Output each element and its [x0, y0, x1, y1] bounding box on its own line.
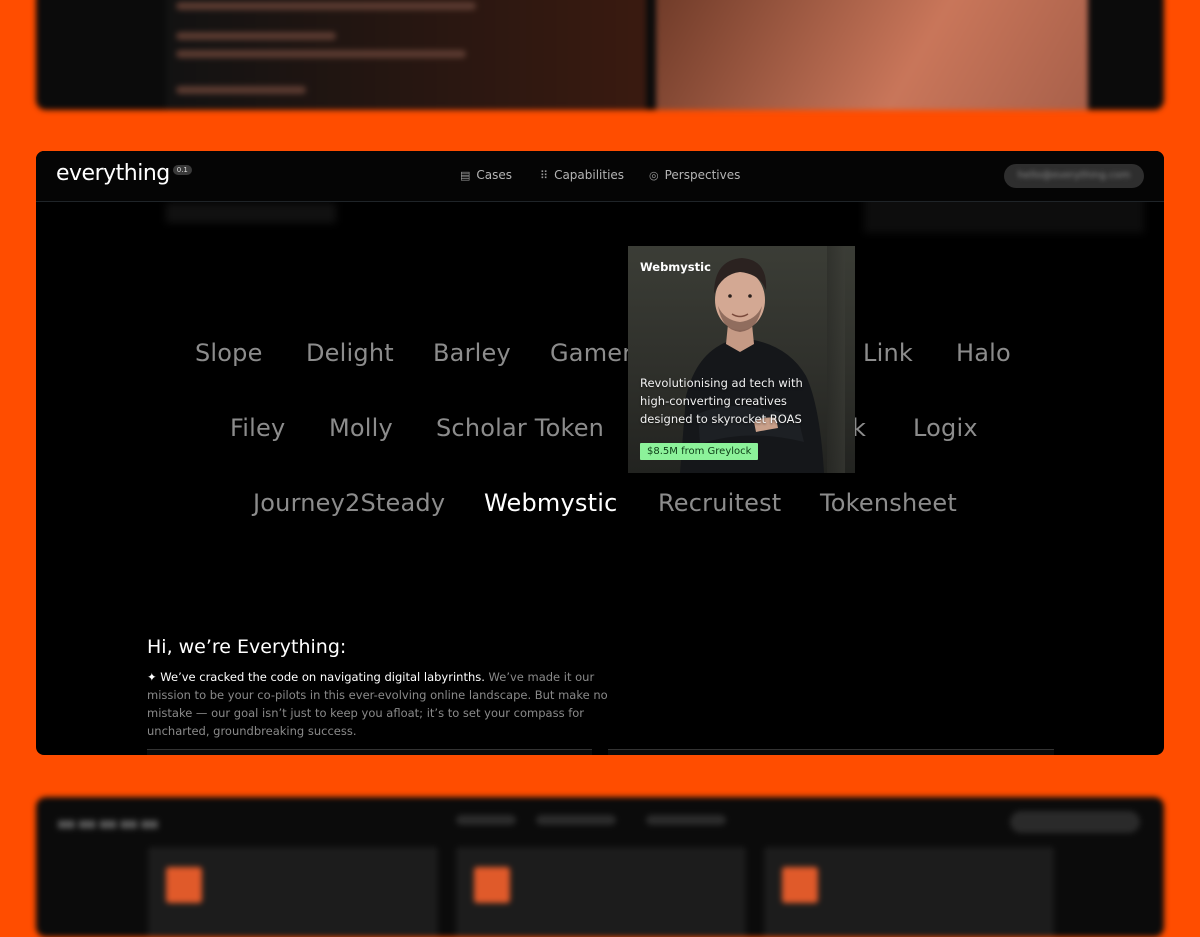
eye-icon: ◎: [649, 168, 659, 182]
blurred-line: [176, 86, 306, 94]
company-link[interactable]: Tokensheet: [820, 489, 957, 517]
nav-cases[interactable]: ▤ Cases: [460, 168, 512, 182]
founder-photo: [680, 258, 824, 473]
company-link[interactable]: Filey: [230, 414, 285, 442]
company-link[interactable]: Journey2Steady: [253, 489, 445, 517]
background-shape: [166, 203, 336, 223]
company-link[interactable]: Recruitest: [658, 489, 781, 517]
card-description: Revolutionising ad tech with high-conver…: [640, 376, 803, 426]
blurred-nav-item: [646, 815, 726, 825]
contact-button[interactable]: hello@everything.com: [1004, 164, 1144, 188]
blurred-line: [176, 32, 336, 40]
case-card-stub: [147, 749, 592, 755]
nav-perspectives[interactable]: ◎ Perspectives: [649, 168, 740, 182]
company-link-active[interactable]: Webmystic: [484, 489, 617, 517]
blurred-card: [148, 847, 438, 937]
blurred-line: [176, 50, 466, 58]
company-link[interactable]: Barley: [433, 339, 511, 367]
nav-capabilities[interactable]: ⠿ Capabilities: [540, 168, 624, 182]
brand-name: everything: [56, 161, 170, 186]
blurred-line: [176, 2, 476, 10]
card-company-name: Webmystic: [640, 260, 711, 274]
company-link[interactable]: Link: [863, 339, 913, 367]
blurred-pill: [1010, 811, 1140, 833]
company-link[interactable]: Gamer: [550, 339, 632, 367]
intro-paragraph: ✦ We’ve cracked the code on navigating d…: [147, 668, 637, 740]
cases-icon: ▤: [460, 168, 471, 182]
next-screen-preview: ▬▬▬▬▬: [36, 797, 1164, 937]
top-navigation: everything 0.1 ▤ Cases ⠿ Capabilities ◎ P…: [36, 151, 1164, 202]
company-link[interactable]: Scholar Token: [436, 414, 604, 442]
company-link[interactable]: Halo: [956, 339, 1011, 367]
funding-badge: $8.5M from Greylock: [640, 443, 759, 460]
company-link[interactable]: Delight: [306, 339, 394, 367]
nav-perspectives-label: Perspectives: [664, 168, 741, 182]
blurred-nav-item: [536, 815, 616, 825]
nav-capabilities-label: Capabilities: [554, 168, 625, 182]
company-link[interactable]: Logix: [913, 414, 978, 442]
brand-logo[interactable]: everything 0.1: [56, 161, 192, 186]
company-hover-card[interactable]: Webmystic Revolutionising ad tech with h…: [628, 246, 855, 473]
blurred-card: [764, 847, 1054, 937]
version-badge: 0.1: [172, 165, 192, 175]
blurred-nav-item: [456, 815, 516, 825]
blurred-card: [456, 847, 746, 937]
blurred-photo: [656, 0, 1088, 110]
company-link[interactable]: Slope: [195, 339, 263, 367]
browser-window: everything 0.1 ▤ Cases ⠿ Capabilities ◎ P…: [36, 151, 1164, 755]
previous-screen-preview: [36, 0, 1164, 110]
contact-label: hello@everything.com: [1017, 170, 1131, 181]
intro-heading: Hi, we’re Everything:: [147, 636, 347, 658]
company-link[interactable]: Molly: [329, 414, 393, 442]
nav-cases-label: Cases: [476, 168, 513, 182]
blurred-logo: ▬▬▬▬▬: [56, 811, 160, 836]
grid-icon: ⠿: [540, 168, 549, 182]
case-card-stub: [608, 749, 1054, 755]
intro-lead: ✦ We’ve cracked the code on navigating d…: [147, 670, 485, 684]
